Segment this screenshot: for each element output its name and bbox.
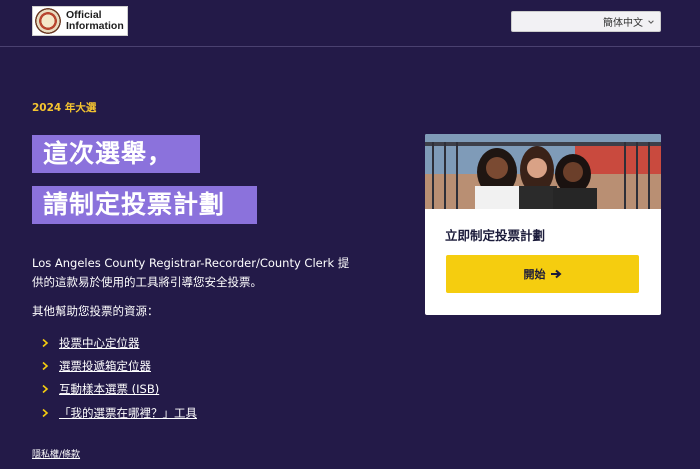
official-information-logo[interactable]: Official Information — [32, 6, 128, 36]
start-button[interactable]: 開始 — [446, 255, 639, 293]
start-button-label: 開始 — [523, 268, 546, 281]
voters-photo — [425, 134, 661, 209]
privacy-terms-link[interactable]: 隱私權/條款 — [32, 447, 80, 460]
resources-label: 其他幫助您投票的資源： — [32, 304, 159, 318]
chevron-down-icon — [648, 19, 654, 24]
county-seal-icon — [35, 8, 61, 34]
vote-center-locator-link[interactable]: 投票中心定位器 — [59, 335, 140, 351]
intro-description: Los Angeles County Registrar-Recorder/Co… — [32, 256, 350, 289]
site-header: Official Information 簡体中文 — [0, 0, 700, 47]
election-year-label: 2024 年大選 — [32, 102, 97, 114]
voters-photo-illustration — [425, 134, 661, 209]
card-title: 立即制定投票計劃 — [445, 228, 546, 243]
logo-text-information: Information — [66, 20, 124, 32]
language-selected-value: 簡体中文 — [603, 18, 643, 29]
chevron-right-icon — [42, 338, 49, 347]
vote-plan-card: 立即制定投票計劃 開始 — [425, 134, 661, 315]
interactive-sample-ballot-link[interactable]: 互動樣本選票 (ISB) — [59, 381, 159, 397]
where-is-my-ballot-link[interactable]: 「我的選票在哪裡？」工具 — [59, 405, 197, 421]
chevron-right-icon — [42, 361, 49, 371]
chevron-right-icon — [42, 408, 49, 417]
resource-link-item: 投票中心定位器 — [40, 331, 197, 354]
chevron-right-icon — [42, 385, 49, 394]
resource-link-item: 「我的選票在哪裡？」工具 — [40, 401, 197, 424]
resource-link-item: 互動樣本選票 (ISB) — [40, 378, 197, 401]
page-title-line-2: 請制定投票計劃 — [32, 186, 257, 224]
drop-box-locator-link[interactable]: 選票投遞箱定位器 — [59, 358, 151, 374]
resource-links-list: 投票中心定位器 選票投遞箱定位器 互動樣本選票 (ISB) 「我的選票在哪裡？」… — [40, 331, 197, 424]
page-title-line-1: 這次選舉， — [32, 135, 200, 173]
resource-link-item: 選票投遞箱定位器 — [40, 354, 197, 377]
arrow-right-icon — [550, 269, 562, 279]
language-select[interactable]: 簡体中文 — [511, 11, 661, 32]
